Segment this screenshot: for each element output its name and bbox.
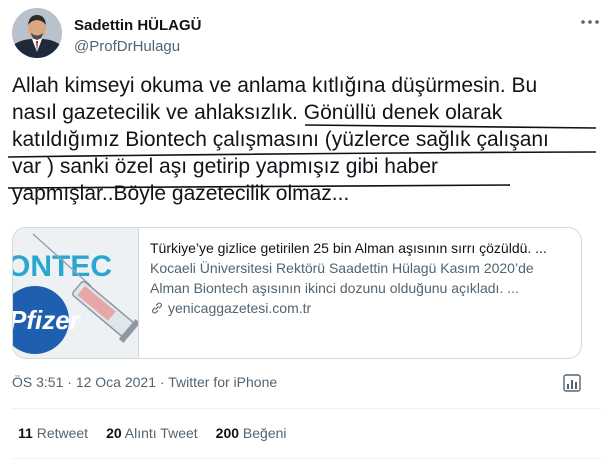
avatar[interactable]: [12, 8, 62, 58]
avatar-photo-icon: [12, 8, 62, 58]
quote-tweets-stat[interactable]: 20 Alıntı Tweet: [106, 425, 198, 441]
quote-tweets-count: 20: [106, 425, 122, 441]
tweet-line: katıldığımız Biontech çalışmasını (yüzle…: [12, 128, 549, 151]
tweet-meta: ÖS 3:51 · 12 Oca 2021 · Twitter for iPho…: [12, 374, 277, 390]
link-icon: [152, 302, 162, 314]
tweet-line: var ) sanki özel aşı getirip yapmışız gi…: [12, 155, 439, 178]
more-options-icon[interactable]: [578, 10, 602, 34]
card-image-brand-top: ONTEC: [13, 250, 112, 283]
retweets-label: Retweet: [36, 425, 89, 441]
card-description-line: Alman Biontech aşısının ikinci dozunu ol…: [150, 280, 519, 296]
meta-separator: ·: [159, 374, 165, 390]
author-name[interactable]: Sadettin HÜLAGÜ: [74, 17, 202, 34]
card-title: Türkiye’ye gizlice getirilen 25 bin Alma…: [150, 240, 547, 256]
tweet-date[interactable]: 12 Oca 2021: [76, 374, 156, 390]
tweet-line: Allah kimseyi okuma ve anlama kıtlığına …: [12, 74, 538, 97]
retweets-stat[interactable]: 11 Retweet: [18, 425, 88, 441]
analytics-icon[interactable]: [562, 373, 582, 393]
vaccine-syringe-icon: ONTEC Pfizer: [13, 228, 138, 358]
likes-stat[interactable]: 200 Beğeni: [216, 425, 287, 441]
quote-tweets-label: Alıntı Tweet: [124, 425, 198, 441]
tweet-source-app[interactable]: Twitter for iPhone: [168, 374, 277, 390]
likes-count: 200: [215, 425, 240, 441]
card-description-line: Kocaeli Üniversitesi Rektörü Saadettin H…: [150, 260, 534, 276]
card-image-brand-bottom: Pfizer: [13, 305, 82, 335]
tweet-line: yapmışlar..Böyle gazetecilik olmaz...: [12, 182, 350, 205]
tweet-text: Allah kimseyi okuma ve anlama kıtlığına …: [12, 72, 602, 207]
link-preview-card[interactable]: ONTEC Pfizer Türkiye’ye gizlice getirile…: [12, 227, 582, 359]
tweet-header: Sadettin HÜLAGÜ @ProfDrHulagu: [12, 8, 602, 58]
tweet-time[interactable]: ÖS 3:51: [12, 374, 63, 390]
card-body: Türkiye’ye gizlice getirilen 25 bin Alma…: [150, 238, 570, 318]
card-domain-text: yenicaggazetesi.com.tr: [168, 300, 312, 316]
tweet-stats: 11 Retweet 20 Alıntı Tweet 200 Beğeni: [18, 425, 287, 441]
divider: [12, 408, 602, 409]
likes-label: Beğeni: [242, 425, 287, 441]
meta-separator: ·: [67, 374, 72, 390]
divider: [12, 458, 602, 459]
card-domain: yenicaggazetesi.com.tr: [150, 298, 570, 318]
author-handle[interactable]: @ProfDrHulagu: [74, 38, 180, 55]
tweet-line: nasıl gazetecilik ve ahlaksızlık. Gönüll…: [12, 101, 503, 124]
retweets-count: 11: [18, 425, 33, 441]
card-image: ONTEC Pfizer: [13, 228, 139, 358]
